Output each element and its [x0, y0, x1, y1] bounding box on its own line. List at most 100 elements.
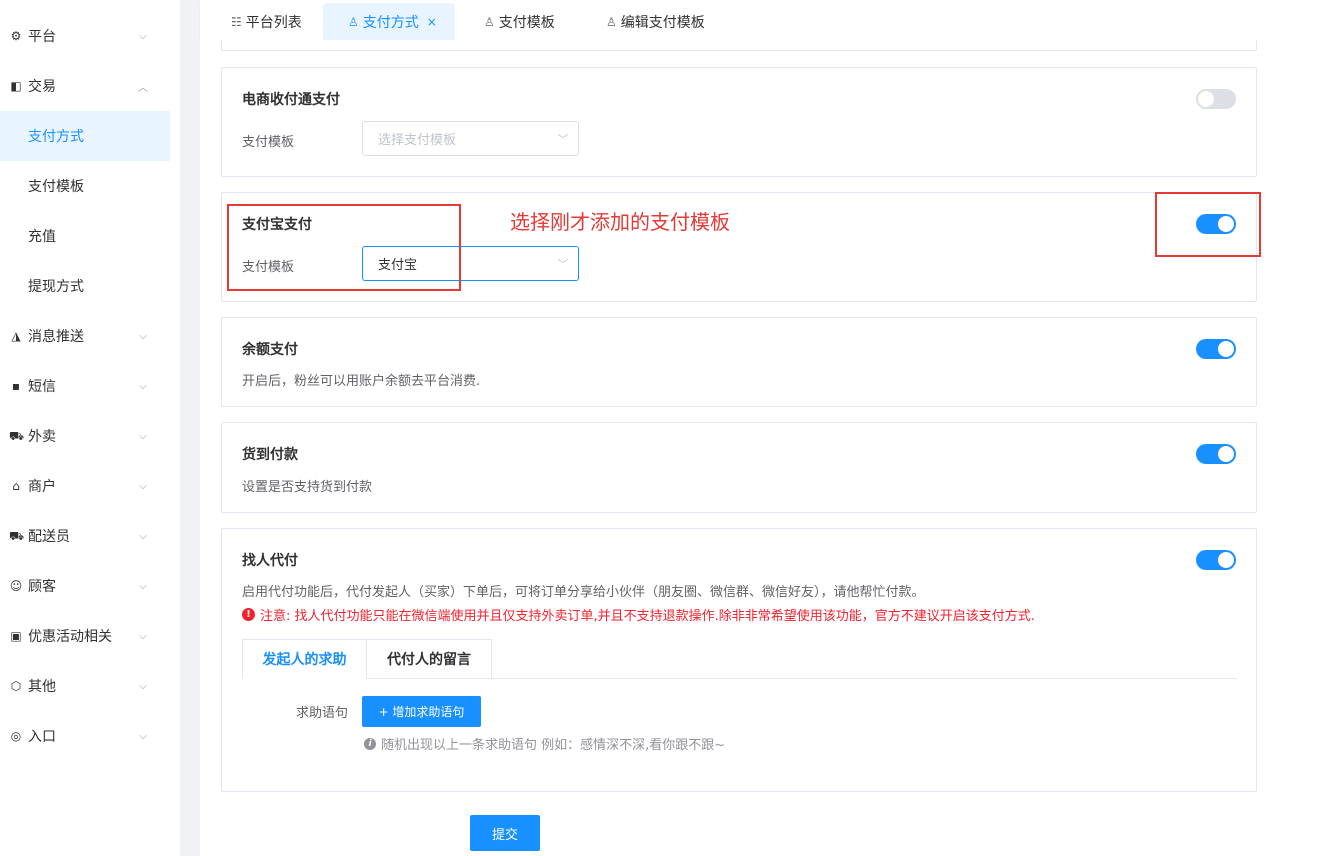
gear-icon: ⚙	[10, 29, 22, 43]
sidebar-item-label: 外卖	[28, 429, 56, 445]
tab-label: 支付方式	[362, 14, 419, 31]
user-circle-icon: ☺	[9, 579, 23, 593]
card-balance-pay: 余额支付 开启后，粉丝可以用账户余额去平台消费.	[221, 317, 1257, 407]
sidebar-item-label: 商户	[28, 479, 56, 495]
cod-toggle[interactable]	[1196, 444, 1236, 464]
sidebar-item-other[interactable]: ⬡ 其他 ⌵	[0, 661, 170, 711]
annotation-box-toggle	[1155, 192, 1261, 257]
sidebar-subitem-withdraw[interactable]: 提现方式	[0, 261, 170, 311]
proxy-pay-toggle[interactable]	[1196, 550, 1236, 570]
submit-button[interactable]: 提交	[470, 815, 540, 851]
card-title: 找人代付	[242, 553, 298, 569]
form-label: 求助语句	[296, 706, 349, 721]
sidebar-item-courier[interactable]: ⛟ 配送员 ⌵	[0, 511, 170, 561]
sidebar-item-merchant[interactable]: ⌂ 商户 ⌵	[0, 461, 170, 511]
sidebar-item-sms[interactable]: ▪ 短信 ⌵	[0, 361, 170, 411]
bell-icon: ◮	[11, 329, 21, 343]
footer: 提交	[200, 798, 1322, 856]
chevron-up-icon: ︿	[138, 82, 148, 94]
hint-text: 随机出现以上一条求助语句 例如：感情深不深,看你跟不跟~	[381, 738, 726, 753]
annotation-text: 选择刚才添加的支付模板	[510, 210, 730, 234]
tab-bar: ☷ 平台列表 ♙ 支付方式 × ♙ 支付模板 ♙ 编辑支付模板	[200, 0, 1322, 40]
form-label: 支付模板	[242, 135, 295, 150]
proxy-tabs: 发起人的求助 代付人的留言	[242, 639, 1237, 679]
tab-initiator-request[interactable]: 发起人的求助	[242, 639, 367, 679]
list-icon: ☷	[231, 14, 242, 29]
user-icon: ♙	[606, 14, 617, 29]
sidebar-item-push[interactable]: ◮ 消息推送 ⌵	[0, 311, 170, 361]
sidebar-item-takeout[interactable]: ⛟ 外卖 ⌵	[0, 411, 170, 461]
add-help-phrase-button[interactable]: + 增加求助语句	[362, 696, 481, 727]
info-icon: i	[364, 737, 376, 750]
chevron-down-icon: ﹀	[557, 132, 569, 146]
chevron-down-icon: ⌵	[139, 530, 147, 542]
sidebar-item-label: 入口	[28, 729, 56, 745]
balance-toggle[interactable]	[1196, 339, 1236, 359]
sidebar-item-label: 消息推送	[28, 329, 84, 345]
warning-note: ! 注意: 找人代付功能只能在微信端使用并且仅支持外卖订单,并且不支持退款操作.…	[242, 605, 1035, 624]
main-content: 电商收付通支付 支付模板 选择支付模板 ﹀ 支付宝支付 支付模板 支付宝 ﹀ 余…	[200, 40, 1322, 798]
sidebar-item-label: 优惠活动相关	[28, 629, 112, 645]
sidebar-item-label: 平台	[28, 29, 56, 45]
sidebar-item-entry[interactable]: ◎ 入口 ⌵	[0, 711, 170, 761]
chevron-down-icon: ﹀	[557, 257, 569, 271]
card-title: 余额支付	[242, 342, 298, 358]
tab-platform-list[interactable]: ☷ 平台列表	[231, 3, 302, 40]
select-placeholder: 选择支付模板	[378, 133, 457, 148]
tab-payer-message[interactable]: 代付人的留言	[366, 639, 492, 679]
card-description: 设置是否支持货到付款	[242, 480, 373, 495]
sidebar-item-trade[interactable]: ◧ 交易 ︿	[0, 61, 170, 111]
card-description: 启用代付功能后，代付发起人（买家）下单后，可将订单分享给小伙伴（朋友圈、微信群、…	[242, 585, 925, 600]
gift-icon: ▣	[10, 629, 22, 643]
sidebar-item-promotions[interactable]: ▣ 优惠活动相关 ⌵	[0, 611, 170, 661]
chevron-down-icon: ⌵	[139, 730, 147, 742]
warning-text: 注意: 找人代付功能只能在微信端使用并且仅支持外卖订单,并且不支持退款操作.除非…	[260, 609, 1035, 624]
tab-payment-methods[interactable]: ♙ 支付方式 ×	[323, 3, 455, 40]
warning-icon: !	[242, 608, 255, 621]
sidebar-item-label: 顾客	[28, 579, 56, 595]
user-icon: ♙	[348, 14, 359, 29]
template-select[interactable]: 选择支付模板 ﹀	[362, 121, 579, 156]
compass-icon: ◎	[10, 729, 22, 743]
sidebar-item-customer[interactable]: ☺ 顾客 ⌵	[0, 561, 170, 611]
card-title: 货到付款	[242, 447, 298, 463]
chevron-down-icon: ⌵	[139, 330, 147, 342]
card-ecommerce-pay: 电商收付通支付 支付模板 选择支付模板 ﹀	[221, 67, 1257, 177]
message-icon: ▪	[11, 379, 21, 393]
card-cash-on-delivery: 货到付款 设置是否支持货到付款	[221, 422, 1257, 513]
close-icon[interactable]: ×	[427, 15, 437, 29]
card-proxy-pay: 找人代付 启用代付功能后，代付发起人（买家）下单后，可将订单分享给小伙伴（朋友圈…	[221, 528, 1257, 792]
sidebar-item-label: 短信	[28, 379, 56, 395]
card-title: 电商收付通支付	[242, 92, 340, 108]
hexagon-icon: ⬡	[10, 679, 22, 693]
ecommerce-toggle[interactable]	[1196, 89, 1236, 109]
toggle-knob	[1218, 341, 1234, 357]
chevron-down-icon: ⌵	[139, 630, 147, 642]
shop-icon: ⌂	[12, 479, 20, 493]
tab-label: 支付模板	[498, 14, 555, 31]
sidebar-item-label: 交易	[28, 79, 56, 95]
sidebar-subitem-payment-templates[interactable]: 支付模板	[0, 161, 170, 211]
chevron-down-icon: ⌵	[139, 580, 147, 592]
tab-edit-payment-template[interactable]: ♙ 编辑支付模板	[606, 3, 705, 40]
user-icon: ♙	[484, 14, 495, 29]
scooter-icon: ⛟	[9, 429, 25, 443]
tab-payment-templates[interactable]: ♙ 支付模板	[484, 3, 555, 40]
toggle-knob	[1198, 91, 1214, 107]
sidebar: ⚙ 平台 ⌵ ◧ 交易 ︿ 支付方式 支付模板 充值 提现方式 ◮ 消息推送 ⌵…	[0, 0, 180, 856]
annotation-box-template	[227, 204, 461, 291]
card-previous	[221, 40, 1257, 51]
toggle-knob	[1218, 446, 1234, 462]
chevron-down-icon: ⌵	[139, 380, 147, 392]
card-description: 开启后，粉丝可以用账户余额去平台消费.	[242, 374, 481, 389]
help-hint: i 随机出现以上一条求助语句 例如：感情深不深,看你跟不跟~	[364, 734, 725, 753]
sidebar-subitem-payment-methods[interactable]: 支付方式	[0, 111, 170, 161]
sidebar-item-platform[interactable]: ⚙ 平台 ⌵	[0, 11, 170, 61]
tab-label: 平台列表	[245, 14, 302, 31]
sidebar-item-label: 配送员	[28, 529, 70, 545]
tab-label: 编辑支付模板	[620, 14, 705, 31]
chevron-down-icon: ⌵	[139, 30, 147, 42]
delivery-icon: ⛟	[9, 529, 25, 543]
sidebar-subitem-recharge[interactable]: 充值	[0, 211, 170, 261]
wallet-icon: ◧	[10, 79, 22, 93]
